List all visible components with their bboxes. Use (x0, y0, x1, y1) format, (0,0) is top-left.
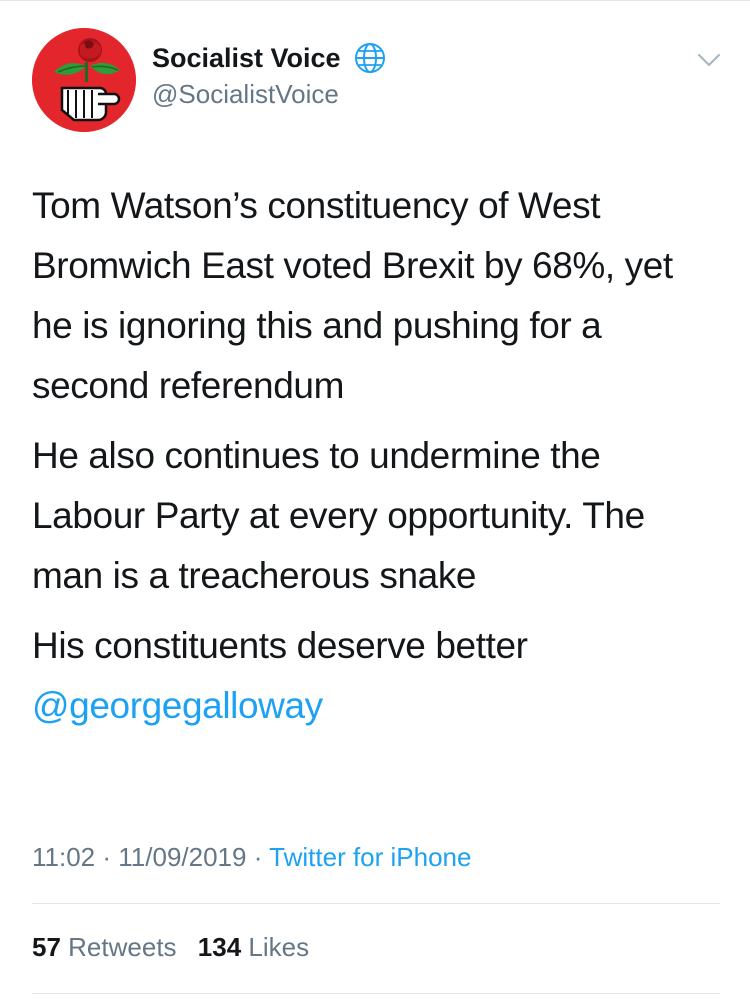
avatar[interactable] (32, 28, 136, 132)
chevron-down-icon[interactable] (696, 50, 722, 70)
retweets-stat[interactable]: 57 Retweets (32, 932, 184, 962)
tweet-time: 11:02 (32, 842, 96, 872)
display-name[interactable]: Socialist Voice (152, 40, 341, 76)
likes-stat[interactable]: 134 Likes (198, 932, 309, 962)
retweets-label: Retweets (68, 932, 177, 962)
divider (32, 993, 720, 994)
tweet-meta: 11:02 · 11/09/2019 · Twitter for iPhone (32, 839, 471, 875)
globe-icon (355, 43, 386, 73)
meta-separator: · (253, 842, 263, 872)
meta-separator: · (102, 842, 112, 872)
tweet-paragraph: Tom Watson’s constituency of West Bromwi… (32, 185, 673, 406)
divider (32, 903, 720, 904)
tweet-date: 11/09/2019 (118, 842, 247, 872)
rose-fist-logo-icon (32, 28, 136, 132)
retweets-count: 57 (32, 932, 61, 962)
tweet-text: Tom Watson’s constituency of West Bromwi… (32, 176, 722, 746)
tweet-paragraph: He also continues to undermine the Labou… (32, 435, 645, 596)
tweet-header: Socialist Voice @SocialistVoice (32, 28, 722, 132)
engagement-stats: 57 Retweets 134 Likes (32, 929, 323, 965)
account-name-block: Socialist Voice @SocialistVoice (152, 40, 387, 112)
mention-link[interactable]: @georgegalloway (32, 676, 722, 736)
tweet-paragraph: His constituents deserve better (32, 625, 528, 666)
top-divider (0, 0, 750, 1)
likes-count: 134 (197, 932, 242, 962)
account-handle[interactable]: @SocialistVoice (152, 76, 387, 112)
source-link[interactable]: Twitter for iPhone (269, 842, 471, 872)
likes-label: Likes (248, 932, 310, 962)
